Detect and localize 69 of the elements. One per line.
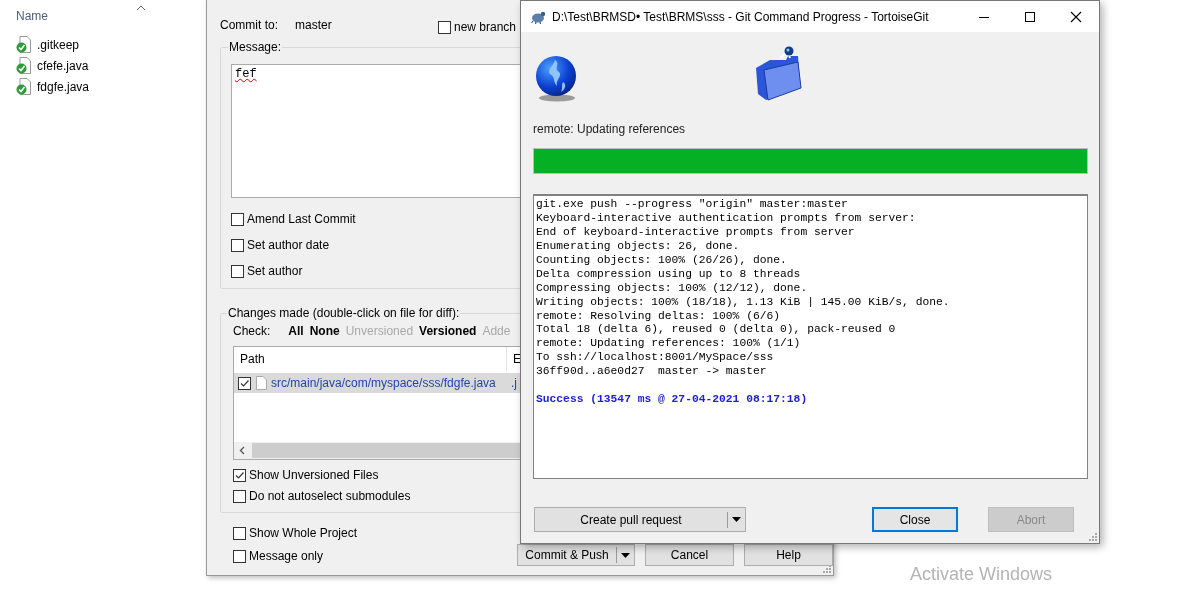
file-extension: .j [510, 376, 517, 390]
log-line: remote: Updating references: 100% (1/1) [536, 337, 802, 352]
log-line: remote: Resolving deltas: 100% (6/6) [536, 309, 782, 324]
file-name[interactable]: .gitkeep [37, 37, 80, 52]
file-name[interactable]: fdgfe.java [37, 79, 90, 94]
resize-grip-icon [1089, 533, 1097, 541]
file-icon [256, 376, 267, 390]
tortoise-icon [530, 9, 546, 24]
checkbox-label: new branch [454, 20, 517, 34]
filter-link[interactable]: Versioned [419, 324, 477, 338]
dropdown-arrow-icon [621, 552, 630, 558]
file-synced-icon [16, 36, 32, 53]
log-line: Enumerating objects: 26, done. [536, 239, 741, 254]
checkbox[interactable] [231, 212, 244, 226]
column-header[interactable]: Name [16, 9, 48, 23]
log-line: git.exe push --progress "origin" master:master [536, 198, 849, 212]
activation-notice: Activate Windows [910, 564, 1053, 585]
resize-grip-icon [823, 565, 831, 573]
window-title: D:\Test\BRMSD• Test\BRMS\sss - Git Command Progress - TortoiseGit [552, 9, 929, 24]
checkbox[interactable] [238, 376, 251, 390]
button[interactable]: Cancel [645, 544, 734, 566]
log-line: 36ff90d..a6e0d27 master -> master [536, 365, 768, 380]
log-line: Counting objects: 100% (26/26), done. [536, 253, 788, 268]
log-line: End of keyboard-interactive prompts from server [536, 225, 856, 240]
group-label: Changes made (double-click on file for diff): [227, 306, 461, 320]
message-text: fef [235, 67, 257, 81]
checkbox-label: Do not autoselect submodules [249, 489, 411, 503]
log-line: Compressing objects: 100% (12/12), done. [536, 281, 809, 296]
split-button[interactable]: Create pull request [534, 507, 746, 532]
success-message: Success (13547 ms @ 27-04-2021 08:17:18) [536, 393, 809, 408]
file-synced-icon [16, 78, 32, 95]
split-button[interactable]: Commit & Push [517, 544, 635, 566]
close-icon[interactable] [1070, 10, 1082, 23]
log-line: Total 18 (delta 6), reused 0 (delta 0), pack-reused 0 [536, 323, 897, 338]
checkbox-label: Show Unversioned Files [249, 468, 379, 482]
dropdown-arrow-icon [732, 517, 741, 522]
branch-name: master [295, 18, 332, 32]
file-name[interactable]: cfefe.java [37, 58, 89, 73]
checkbox[interactable] [233, 549, 246, 563]
sort-caret-icon [136, 5, 146, 11]
scroll-left-icon [239, 446, 245, 455]
log-line: Keyboard-interactive authentication prompts from server: [536, 211, 917, 226]
checkbox-label: Amend Last Commit [247, 212, 356, 226]
check-label: Check: [233, 324, 271, 338]
file-synced-icon [16, 57, 32, 74]
commit-to-label: Commit to: [220, 18, 279, 32]
checkbox[interactable] [438, 20, 451, 34]
log-line: To ssh://localhost:8001/MySpace/sss [536, 351, 775, 366]
log-line: Writing objects: 100% (18/18), 1.13 KiB | 145.00 KiB/s, done. [536, 295, 951, 310]
checkbox-label: Message only [249, 549, 324, 563]
checkbox-label: Show Whole Project [249, 526, 358, 540]
checkbox[interactable] [231, 264, 244, 278]
column-header[interactable]: Path [234, 347, 507, 371]
filter-link[interactable]: All [288, 324, 304, 338]
filter-link[interactable]: None [309, 324, 340, 338]
log-line: Delta compression using up to 8 threads [536, 267, 802, 282]
checkbox[interactable] [233, 526, 246, 540]
file-path: src/main/java/com/myspace/sss/fdgfe.java [271, 376, 496, 390]
column-header[interactable]: E [507, 352, 521, 366]
checkbox[interactable] [233, 468, 246, 482]
checkbox[interactable] [231, 238, 244, 252]
button[interactable]: Help [744, 544, 833, 566]
group-label: Message: [228, 40, 283, 54]
checkbox-label: Set author [247, 264, 303, 278]
checkbox[interactable] [233, 489, 246, 503]
status-text: remote: Updating references [533, 121, 687, 137]
maximize-icon[interactable] [1024, 10, 1036, 23]
button[interactable]: Close [872, 507, 958, 532]
checkbox-label: Set author date [247, 238, 330, 252]
